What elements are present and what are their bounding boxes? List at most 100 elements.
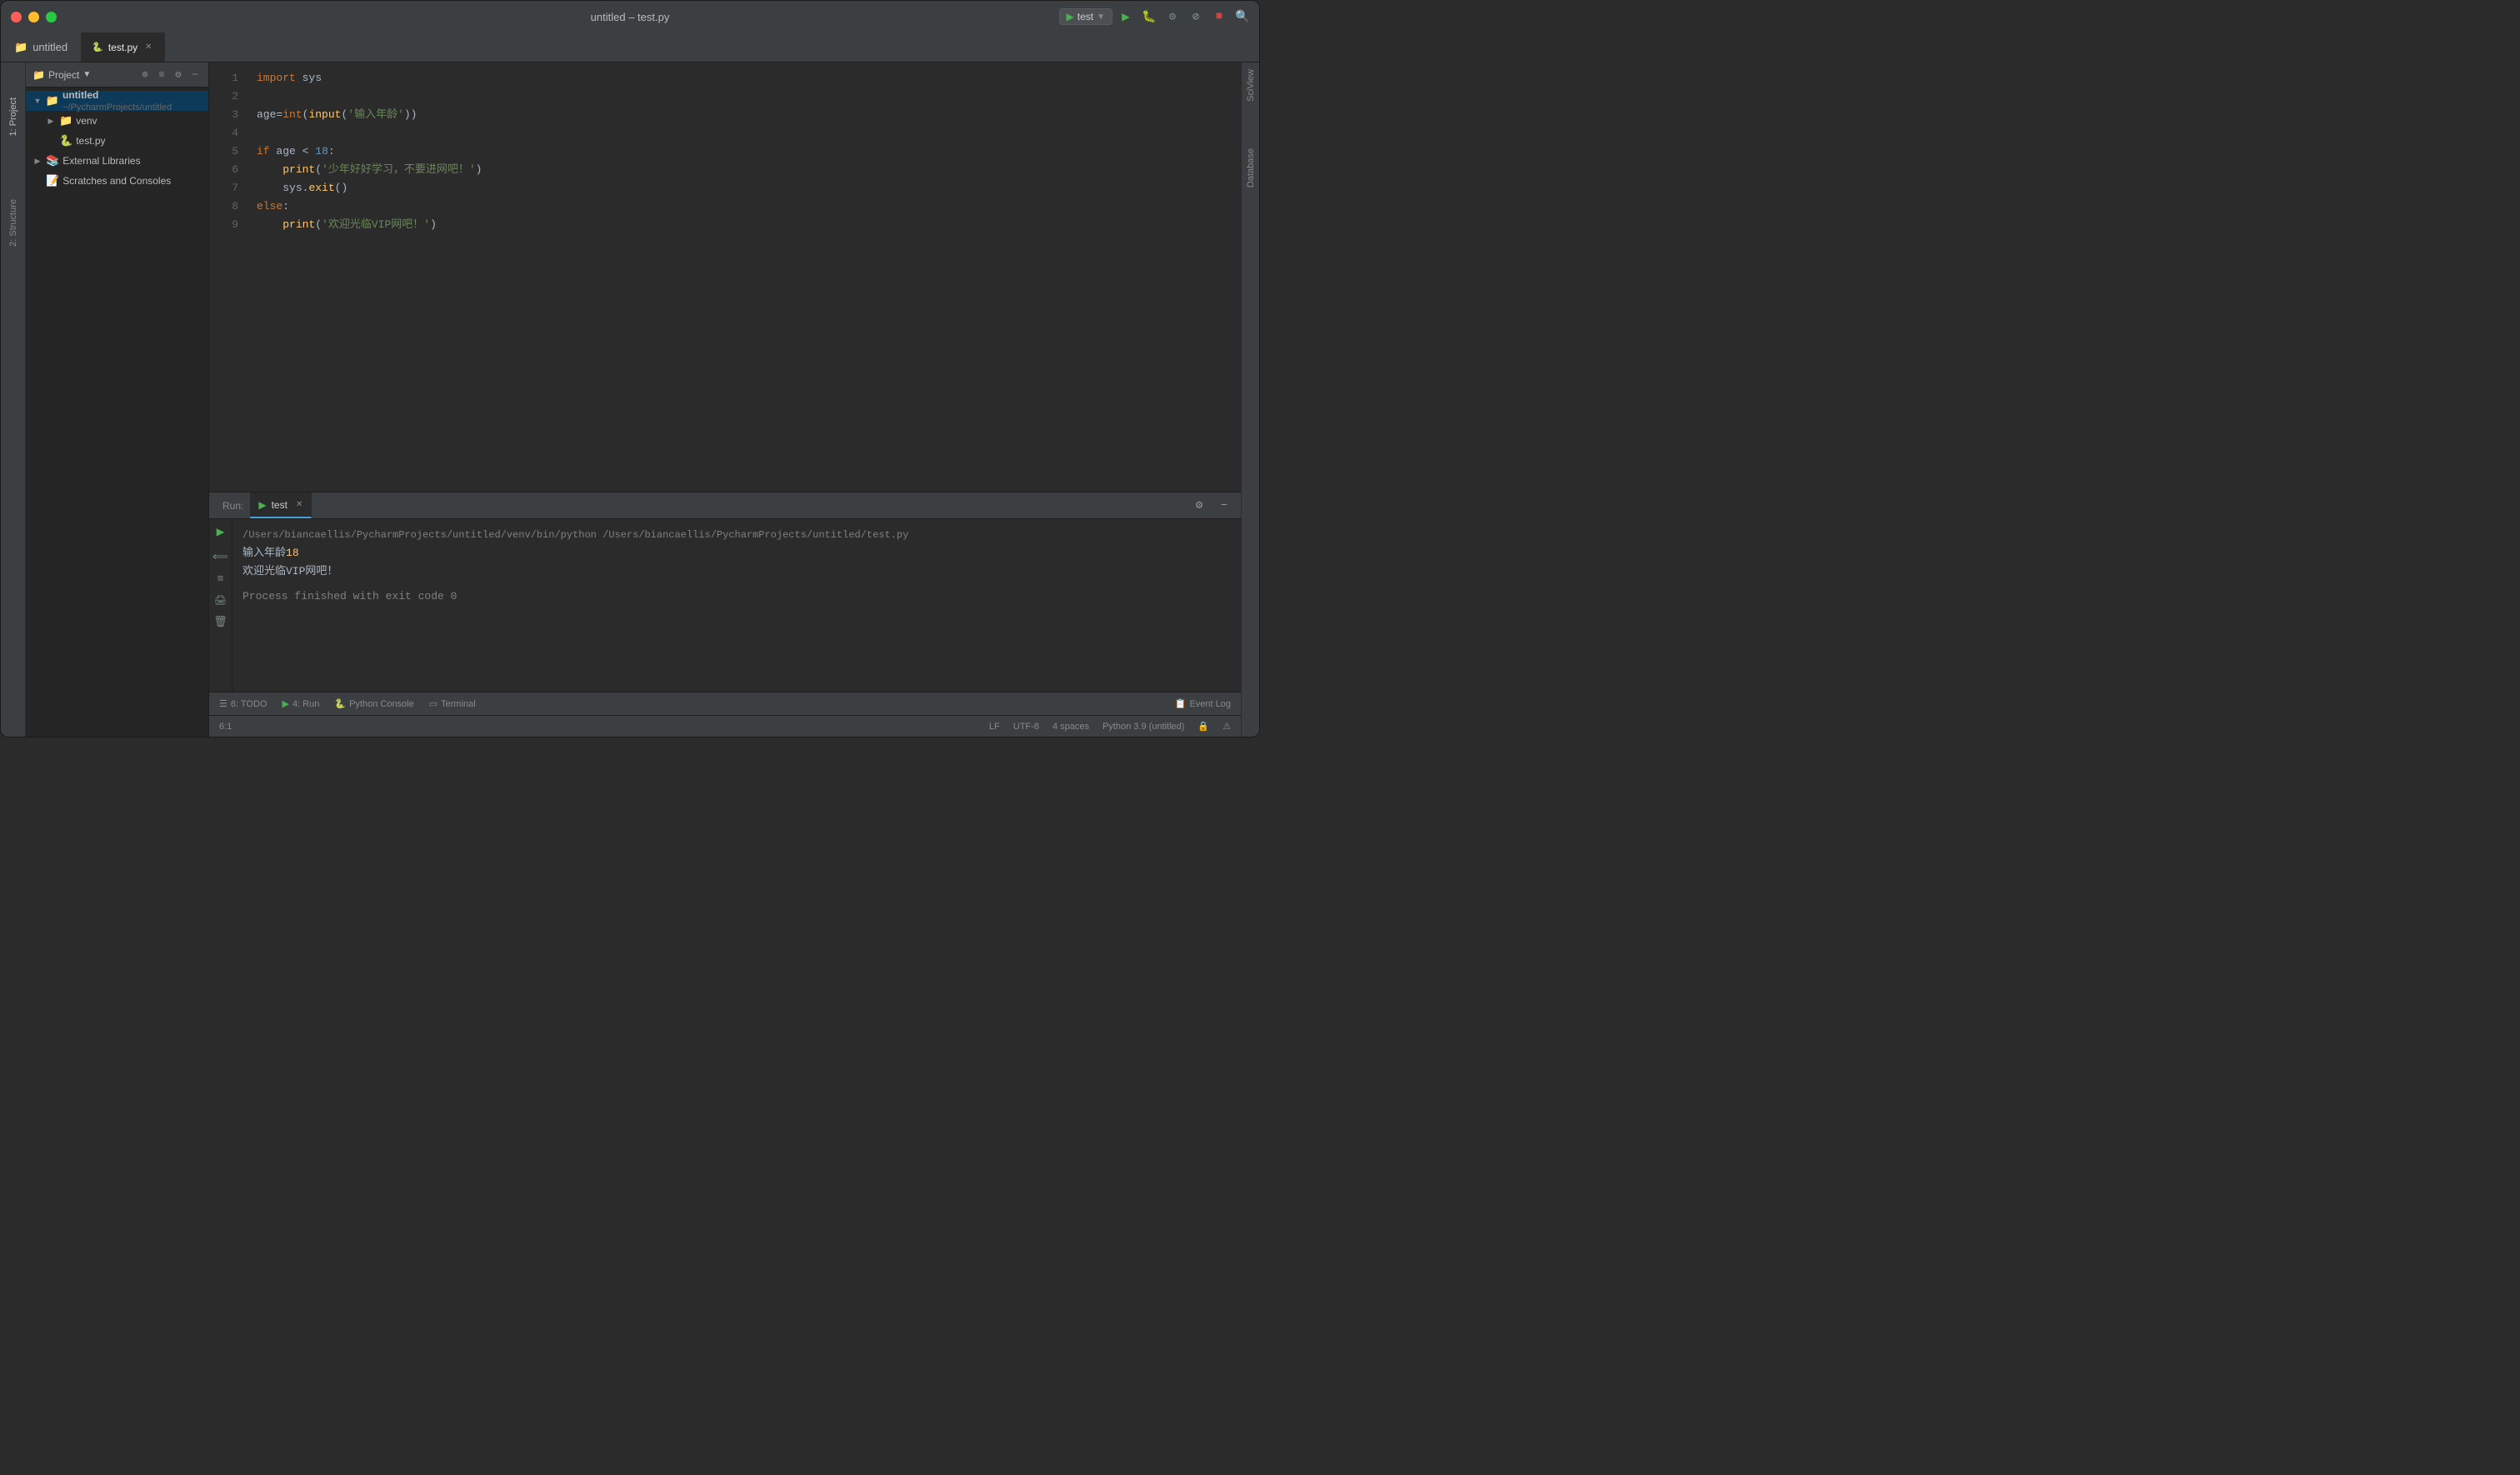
run-panel-close-icon[interactable]: − <box>1214 496 1234 516</box>
run-tab-test[interactable]: ▶ test ✕ <box>250 492 312 518</box>
profile-button[interactable]: ⊘ <box>1186 7 1206 27</box>
tool-tab-python-console[interactable]: 🐍 Python Console <box>328 694 420 714</box>
editor-tab-label: test.py <box>108 42 138 53</box>
main-area: 1: Project 2: Structure 📁 Project ▼ ⊕ ≡ … <box>1 62 1259 737</box>
run-output: /Users/biancaellis/PycharmProjects/untit… <box>232 519 1241 692</box>
tree-venv-folder[interactable]: 📁 venv <box>26 111 208 131</box>
project-folder-icon: 📁 <box>14 41 28 54</box>
tool-tab-todo[interactable]: ☰ 6: TODO <box>212 694 273 714</box>
tree-scratches[interactable]: 📝 Scratches and Consoles <box>26 171 208 191</box>
event-log-label: Event Log <box>1189 699 1231 709</box>
tree-arrow-root <box>32 97 42 106</box>
left-sidebar-icons: 1: Project 2: Structure <box>1 62 26 737</box>
run-button[interactable]: ▶ <box>1116 7 1136 27</box>
tool-tab-event-log[interactable]: 📋 Event Log <box>1168 694 1238 714</box>
tool-tabs: ☰ 6: TODO ▶ 4: Run 🐍 Python Console ▭ Te… <box>209 692 1241 715</box>
status-lock-icon: 🔒 <box>1194 721 1212 732</box>
root-folder-label: untitled ~/PycharmProjects/untitled <box>62 89 208 112</box>
tree-root-folder[interactable]: 📁 untitled ~/PycharmProjects/untitled <box>26 91 208 111</box>
status-line-col: 6:1 <box>216 722 235 732</box>
run-config-icon: ▶ <box>1067 11 1074 22</box>
run-settings-icon[interactable]: ⚙ <box>1189 496 1209 516</box>
run-print-icon[interactable]: 🖨 <box>212 591 230 609</box>
python-file-icon: 🐍 <box>92 42 103 52</box>
status-encoding[interactable]: UTF-8 <box>1010 721 1042 732</box>
tool-tab-terminal[interactable]: ▭ Terminal <box>422 694 482 714</box>
run-config-button[interactable]: ▶ test ▼ <box>1059 8 1112 25</box>
status-indent[interactable]: 4 spaces <box>1049 721 1092 732</box>
run-command-line: /Users/biancaellis/PycharmProjects/untit… <box>242 526 1231 544</box>
run-trash-icon[interactable]: 🗑 <box>212 612 230 631</box>
code-content[interactable]: import sys age=int(input('输入年龄')) if age… <box>247 62 1241 492</box>
close-button[interactable] <box>11 12 22 22</box>
window-title: untitled – test.py <box>591 11 670 23</box>
run-tab-close[interactable]: ✕ <box>296 500 302 509</box>
search-button[interactable]: 🔍 <box>1232 7 1252 27</box>
project-tab-label: untitled <box>32 41 68 53</box>
terminal-label: Terminal <box>441 699 476 709</box>
tool-tab-run[interactable]: ▶ 4: Run <box>275 694 326 714</box>
run-panel-icons: ⚙ − <box>1189 496 1234 516</box>
tree-test-py[interactable]: 🐍 test.py <box>26 131 208 151</box>
run-tab-icon: ▶ <box>258 499 266 511</box>
run-stop-icon[interactable]: ⟸ <box>212 548 230 566</box>
right-panel-database[interactable]: Database <box>1246 142 1256 194</box>
run-scroll-icon[interactable]: ≡ <box>212 569 230 588</box>
editor-area: 1 2 3 4 5 6 7 8 9 import sys age=int(inp… <box>209 62 1241 737</box>
locate-icon[interactable]: ⊕ <box>138 68 152 82</box>
todo-label: 6: TODO <box>231 699 268 709</box>
ext-lib-icon: 📚 <box>46 154 59 168</box>
run-input-line: 输入年龄18 <box>242 544 1231 562</box>
project-title-label: Project <box>48 69 79 81</box>
status-line-ending[interactable]: LF <box>986 721 1003 732</box>
titlebar: untitled – test.py ▶ test ▼ ▶ 🐛 ⊙ ⊘ ■ 🔍 <box>1 1 1259 32</box>
traffic-lights <box>11 12 57 22</box>
project-panel: 📁 Project ▼ ⊕ ≡ ⚙ − 📁 untitled <box>26 62 209 737</box>
test-py-label: test.py <box>76 135 105 147</box>
scratches-icon: 📝 <box>46 174 59 188</box>
minimize-button[interactable] <box>28 12 39 22</box>
run-tab-label: test <box>272 499 288 511</box>
code-editor[interactable]: 1 2 3 4 5 6 7 8 9 import sys age=int(inp… <box>209 62 1241 492</box>
tree-arrow-venv <box>46 117 56 126</box>
python-console-label: Python Console <box>349 699 414 709</box>
editor-tab-test-py[interactable]: 🐍 test.py ✕ <box>82 32 165 62</box>
top-tab-bar: 📁 untitled 🐍 test.py ✕ <box>1 32 1259 62</box>
sidebar-item-structure[interactable]: 2: Structure <box>8 192 18 253</box>
project-tab[interactable]: 📁 untitled <box>1 32 82 62</box>
status-warning-icon: ⚠ <box>1219 721 1234 732</box>
run-config-chevron: ▼ <box>1097 12 1105 22</box>
project-header-title: 📁 Project ▼ <box>32 69 133 81</box>
sidebar-item-project[interactable]: 1: Project <box>8 91 18 142</box>
run-rerun-icon[interactable]: ▶ <box>212 522 230 541</box>
run-panel-content: ▶ ⟸ ≡ 🖨 🗑 /Users/biancaellis/PycharmProj… <box>209 519 1241 692</box>
stop-button[interactable]: ■ <box>1209 7 1229 27</box>
venv-label: venv <box>76 115 97 127</box>
run-tab-bar: Run: ▶ test ✕ ⚙ − <box>209 492 1241 519</box>
debug-button[interactable]: 🐛 <box>1139 7 1159 27</box>
editor-tabs: 🐍 test.py ✕ <box>82 32 1259 62</box>
collapse-icon[interactable]: ≡ <box>155 68 168 82</box>
status-python[interactable]: Python 3.9 (untitled) <box>1099 721 1188 732</box>
todo-icon: ☰ <box>219 698 228 709</box>
run-input-value: 18 <box>286 547 299 559</box>
maximize-button[interactable] <box>46 12 57 22</box>
event-log-icon: 📋 <box>1175 698 1187 709</box>
tree-external-libraries[interactable]: 📚 External Libraries <box>26 151 208 171</box>
close-panel-icon[interactable]: − <box>188 68 202 82</box>
coverage-button[interactable]: ⊙ <box>1162 7 1182 27</box>
toolbar-right: ▶ test ▼ ▶ 🐛 ⊙ ⊘ ■ 🔍 <box>1059 7 1252 27</box>
tab-close-button[interactable]: ✕ <box>142 42 154 53</box>
folder-icon: 📁 <box>32 69 45 81</box>
right-panel-sciview[interactable]: SciView <box>1246 62 1256 108</box>
run-panel: Run: ▶ test ✕ ⚙ − ▶ ⟸ <box>209 492 1241 692</box>
project-dropdown-icon[interactable]: ▼ <box>82 70 91 79</box>
main-window: untitled – test.py ▶ test ▼ ▶ 🐛 ⊙ ⊘ ■ 🔍 … <box>0 0 1260 738</box>
status-right: LF UTF-8 4 spaces Python 3.9 (untitled) … <box>986 721 1234 732</box>
run-process-msg: Process finished with exit code 0 <box>242 588 1231 606</box>
status-line-col-label: 6:1 <box>219 722 232 732</box>
ext-lib-label: External Libraries <box>62 155 140 167</box>
python-console-icon: 🐍 <box>334 698 346 709</box>
settings-icon[interactable]: ⚙ <box>172 68 185 82</box>
python-file-tree-icon: 🐍 <box>59 134 72 148</box>
